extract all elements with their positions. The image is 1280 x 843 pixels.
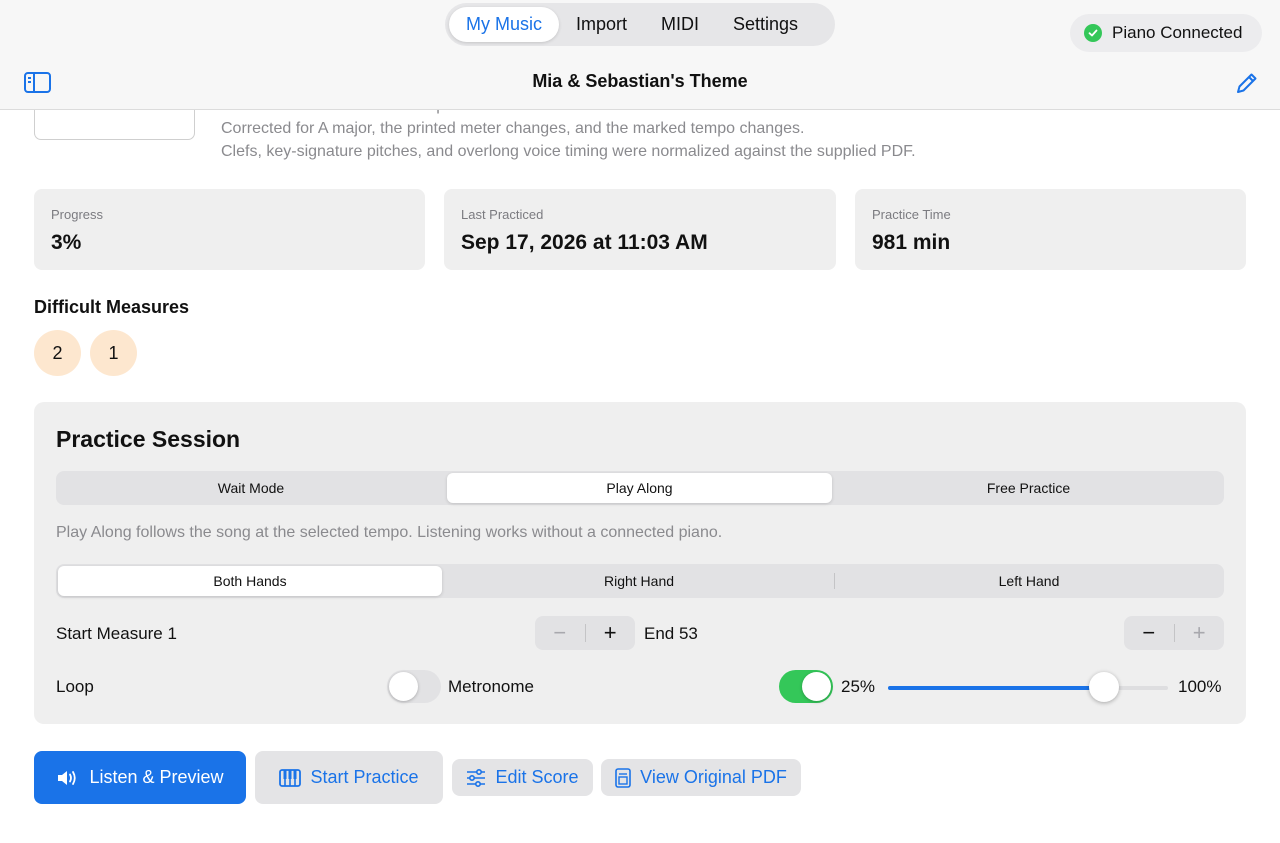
listen-preview-label: Listen & Preview [89, 767, 224, 787]
stat-label: Progress [51, 207, 104, 222]
connection-status-label: Piano Connected [1112, 23, 1243, 42]
score-meta-line: Corrected for A major, the printed meter… [221, 120, 805, 137]
tempo-slider[interactable] [888, 672, 1168, 702]
mode-description: Play Along follows the song at the selec… [56, 524, 723, 541]
start-decrement-button[interactable]: − [535, 616, 585, 650]
start-measure-stepper: − + [535, 616, 635, 650]
difficult-measure-chip[interactable]: 2 [34, 330, 81, 376]
end-increment-button[interactable]: + [1174, 616, 1224, 650]
mode-play-along[interactable]: Play Along [447, 473, 832, 503]
loop-label: Loop [56, 677, 94, 696]
top-navigation-bar: My Music Import MIDI Settings Piano Conn… [0, 0, 1280, 110]
hand-selector: Both Hands Right Hand Left Hand [56, 564, 1224, 598]
stat-card-last-practiced: Last Practiced Sep 17, 2026 at 11:03 AM [444, 189, 836, 270]
tempo-slider-thumb[interactable] [1088, 672, 1119, 702]
stat-value: Sep 17, 2026 at 11:03 AM [461, 231, 708, 254]
stat-label: Practice Time [872, 207, 951, 222]
toggle-knob [802, 672, 831, 701]
metronome-toggle[interactable] [779, 670, 833, 703]
stat-value: 981 min [872, 231, 951, 254]
end-measure-label: End 53 [644, 624, 698, 643]
tempo-slider-fill [888, 686, 1104, 690]
sliders-icon [467, 768, 486, 787]
start-practice-button[interactable]: Start Practice [255, 751, 443, 804]
checkmark-circle-icon [1084, 24, 1102, 42]
hand-both[interactable]: Both Hands [58, 566, 442, 596]
practice-session-heading: Practice Session [56, 426, 241, 452]
pencil-icon[interactable] [1234, 70, 1260, 96]
document-icon [615, 767, 631, 788]
mode-wait[interactable]: Wait Mode [58, 473, 444, 503]
tab-midi[interactable]: MIDI [644, 7, 716, 42]
speaker-icon [58, 770, 77, 785]
edit-score-label: Edit Score [495, 767, 579, 787]
piano-keys-icon [279, 768, 302, 787]
hand-right[interactable]: Right Hand [445, 566, 833, 596]
practice-mode-selector: Wait Mode Play Along Free Practice [56, 471, 1224, 505]
view-original-pdf-button[interactable]: View Original PDF [601, 759, 801, 796]
score-meta-line: Clefs, key-signature pitches, and overlo… [221, 143, 916, 160]
listen-preview-button[interactable]: Listen & Preview [34, 751, 246, 804]
tab-settings[interactable]: Settings [716, 7, 815, 42]
stat-label: Last Practiced [461, 207, 544, 222]
difficult-measures-heading: Difficult Measures [34, 297, 190, 317]
stat-card-practice-time: Practice Time 981 min [855, 189, 1246, 270]
connection-status-badge: Piano Connected [1070, 14, 1262, 52]
start-measure-label: Start Measure 1 [56, 624, 177, 643]
view-original-pdf-label: View Original PDF [640, 767, 787, 787]
stat-value: 3% [51, 231, 82, 254]
toggle-knob [389, 672, 418, 701]
main-tab-bar: My Music Import MIDI Settings [445, 3, 835, 46]
stat-card-progress: Progress 3% [34, 189, 425, 270]
loop-toggle[interactable] [387, 670, 441, 703]
start-practice-label: Start Practice [310, 767, 419, 787]
end-decrement-button[interactable]: − [1124, 616, 1174, 650]
segment-divider [834, 573, 835, 589]
start-increment-button[interactable]: + [585, 616, 635, 650]
tab-import[interactable]: Import [559, 7, 644, 42]
practice-session-card: Practice Session Wait Mode Play Along Fr… [34, 402, 1246, 724]
tempo-min-label: 25% [841, 677, 876, 696]
metronome-label: Metronome [448, 677, 534, 696]
edit-score-button[interactable]: Edit Score [452, 759, 593, 796]
end-measure-stepper: − + [1124, 616, 1224, 650]
tempo-max-label: 100% [1178, 677, 1222, 696]
hand-left[interactable]: Left Hand [836, 566, 1222, 596]
difficult-measure-chip[interactable]: 1 [90, 330, 137, 376]
mode-free-practice[interactable]: Free Practice [835, 473, 1222, 503]
tab-my-music[interactable]: My Music [449, 7, 559, 42]
page-title: Mia & Sebastian's Theme [532, 71, 748, 91]
